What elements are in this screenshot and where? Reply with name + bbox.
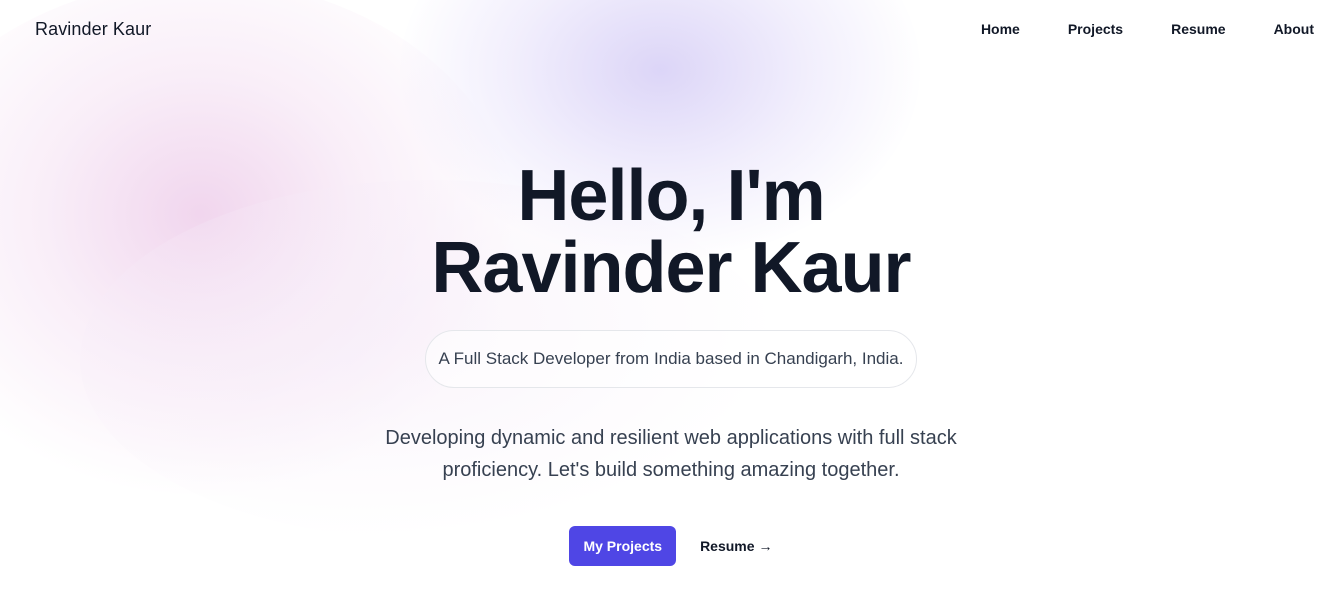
resume-link-label: Resume [700,538,755,554]
site-logo[interactable]: Ravinder Kaur [35,19,151,40]
tagline-pill: A Full Stack Developer from India based … [424,330,918,388]
resume-link[interactable]: Resume → [700,538,772,554]
nav-item-resume[interactable]: Resume [1171,21,1225,37]
hero-actions: My Projects Resume → [569,526,773,566]
nav-item-projects[interactable]: Projects [1068,21,1123,37]
hero-title: Hello, I'm Ravinder Kaur [431,160,911,304]
page: Ravinder Kaur Home Projects Resume About… [0,0,1342,599]
hero-description: Developing dynamic and resilient web app… [385,427,957,481]
hero-section: Hello, I'm Ravinder Kaur A Full Stack De… [0,160,1342,566]
hero-title-line2: Ravinder Kaur [431,228,911,308]
arrow-right-icon: → [758,538,773,554]
site-header: Ravinder Kaur Home Projects Resume About [0,0,1342,60]
hero-title-line1: Hello, I'm [517,156,825,236]
main-nav: Home Projects Resume About [933,21,1314,37]
nav-item-home[interactable]: Home [981,21,1020,37]
my-projects-button[interactable]: My Projects [569,526,677,566]
nav-item-about[interactable]: About [1274,21,1314,37]
